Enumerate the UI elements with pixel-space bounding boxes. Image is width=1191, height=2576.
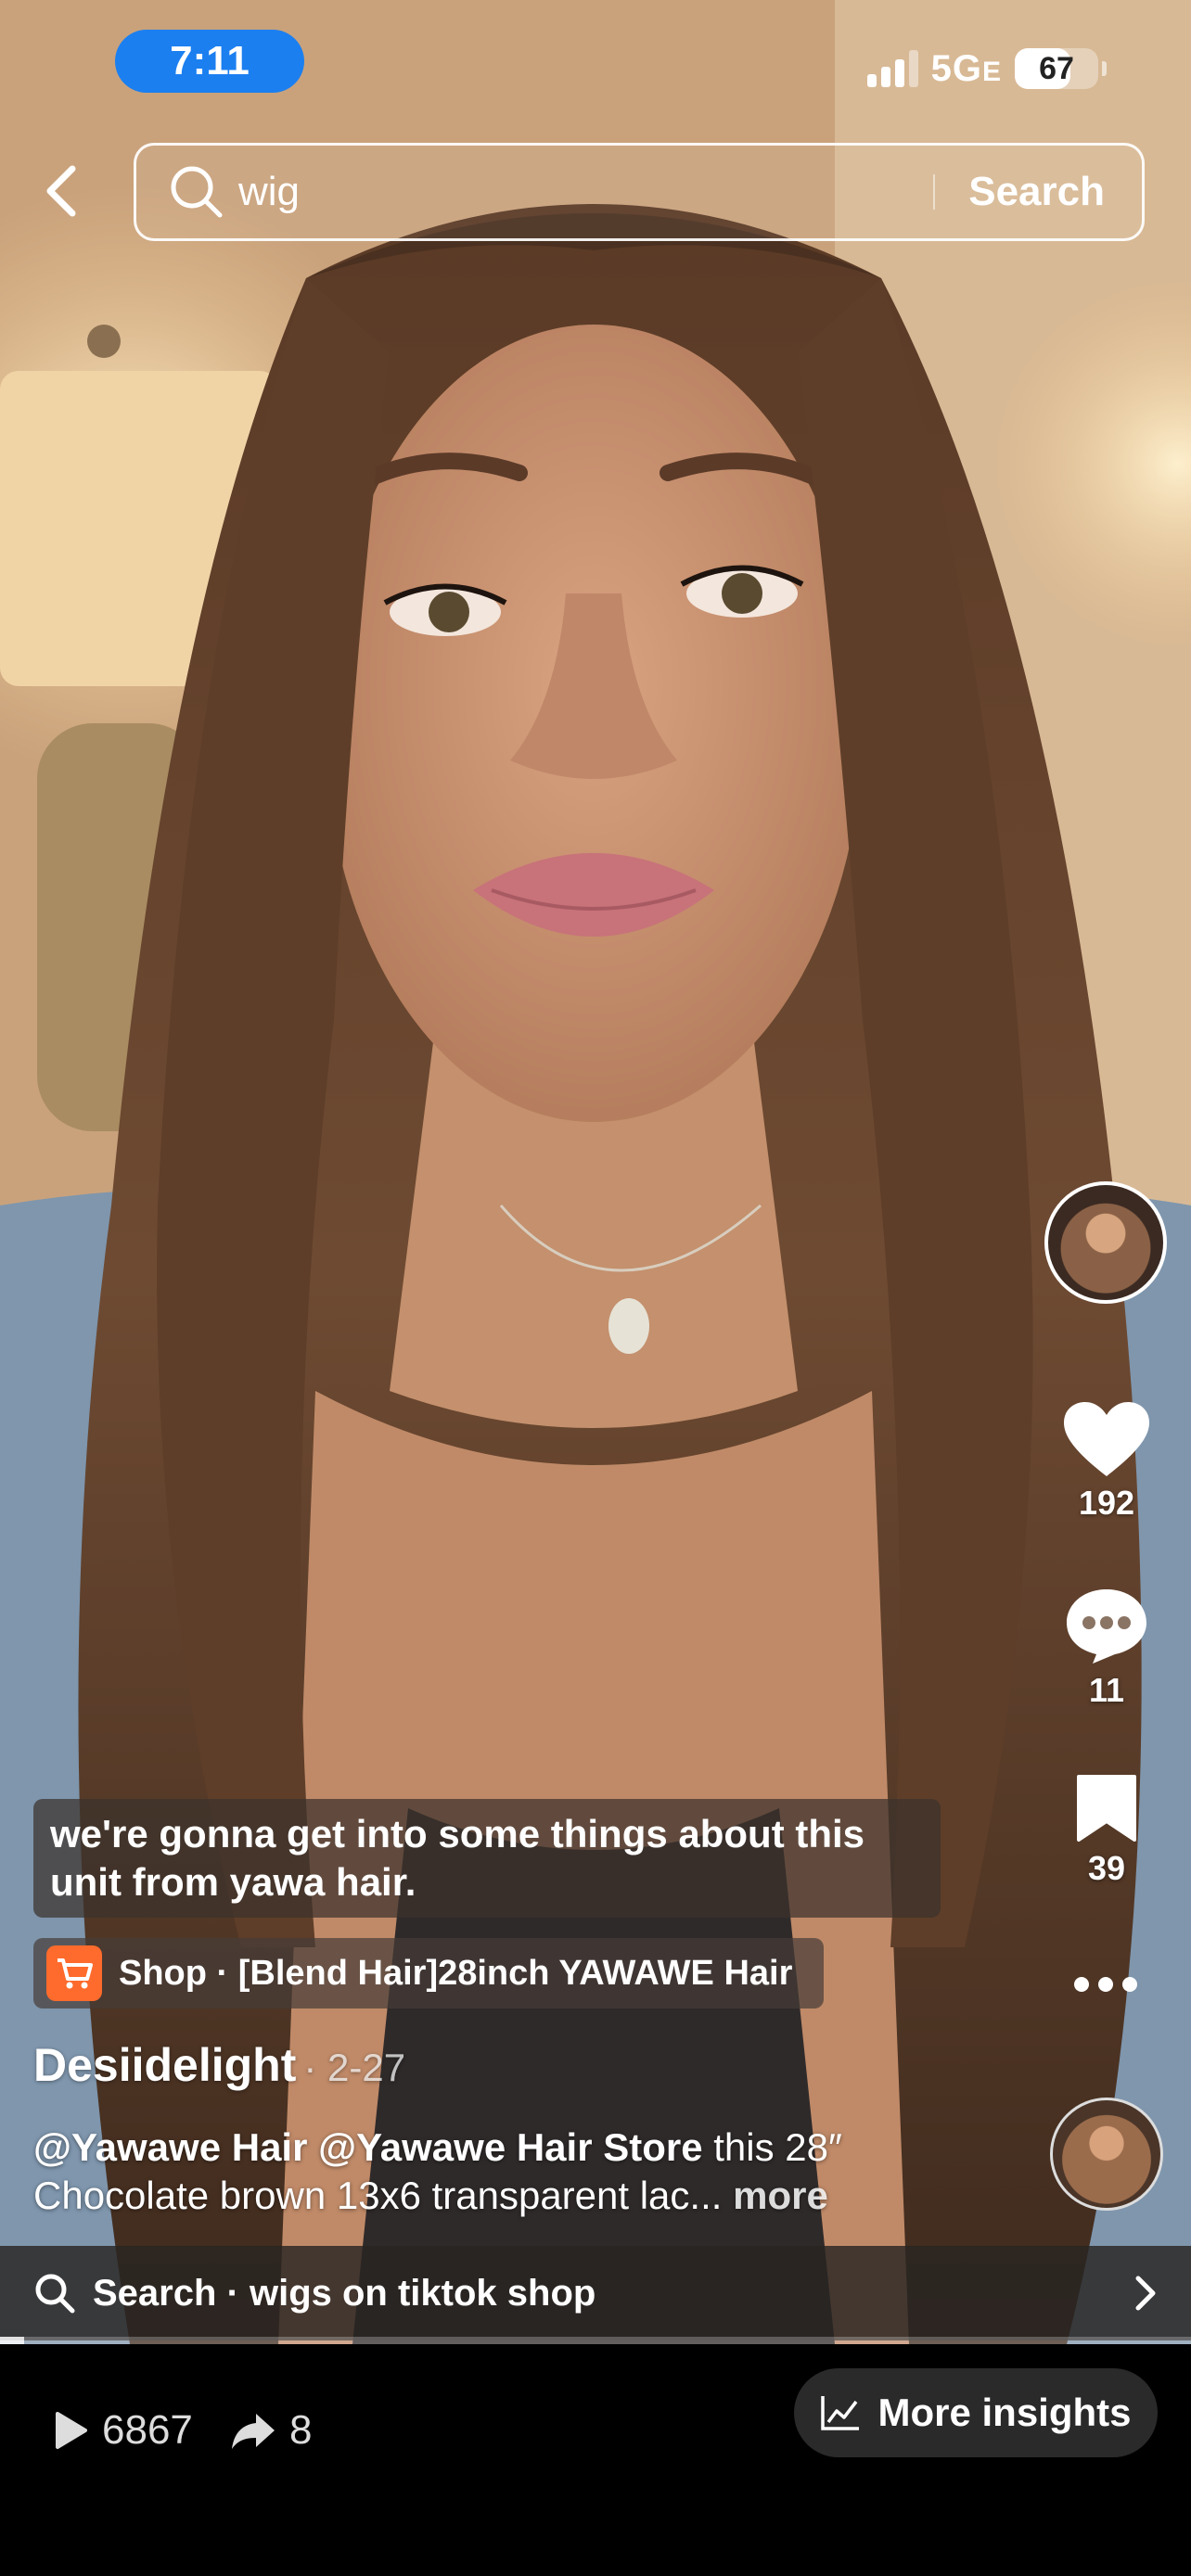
more-link[interactable]: more xyxy=(733,2174,828,2217)
search-suggestion-bar[interactable]: Search · wigs on tiktok shop xyxy=(0,2246,1191,2340)
shop-link[interactable]: Shop · [Blend Hair]28inch YAWAWE Hair xyxy=(33,1938,824,2009)
network-type: 5GE xyxy=(930,47,1002,89)
more-dots-icon[interactable] xyxy=(1074,1977,1137,1992)
play-count-value: 6867 xyxy=(102,2407,193,2453)
post-date: · 2-27 xyxy=(303,2046,406,2089)
chevron-right-icon xyxy=(1135,2276,1156,2311)
playback-progress-fill xyxy=(0,2337,24,2344)
post-description[interactable]: @Yawawe Hair @Yawawe Hair Store this 28″… xyxy=(33,2123,961,2220)
playback-progress-bar[interactable] xyxy=(0,2337,1191,2344)
mention-link[interactable]: @Yawawe Hair xyxy=(33,2125,307,2169)
comment-count: 11 xyxy=(1088,1671,1125,1709)
bookmark-button[interactable]: 39 xyxy=(1051,1773,1162,1888)
status-time: 7:11 xyxy=(115,30,304,93)
share-count: 8 xyxy=(230,2407,312,2454)
music-disc-avatar[interactable] xyxy=(1050,2098,1163,2211)
like-button[interactable]: 192 xyxy=(1051,1402,1162,1523)
play-count: 6867 xyxy=(52,2407,193,2454)
chart-icon xyxy=(821,2396,860,2430)
more-insights-button[interactable]: More insights xyxy=(794,2368,1158,2457)
shop-label: Shop · [Blend Hair]28inch YAWAWE Hair xyxy=(119,1953,793,1993)
bookmark-count: 39 xyxy=(1087,1849,1126,1887)
comment-button[interactable]: 11 xyxy=(1051,1586,1162,1710)
search-icon xyxy=(35,2274,75,2314)
search-suggestion-label: Search · wigs on tiktok shop xyxy=(93,2272,596,2314)
search-icon xyxy=(171,166,223,218)
comment-icon xyxy=(1067,1589,1146,1664)
video-caption: we're gonna get into some things about t… xyxy=(33,1799,941,1918)
mention-link[interactable]: @Yawawe Hair Store xyxy=(318,2125,702,2169)
more-insights-label: More insights xyxy=(877,2391,1132,2434)
battery-level: 67 xyxy=(1039,50,1074,86)
back-chevron-icon xyxy=(46,165,76,217)
author-name[interactable]: Desiidelight xyxy=(33,2038,296,2092)
bookmark-icon xyxy=(1077,1775,1136,1842)
battery-icon: 67 xyxy=(1015,48,1107,89)
back-button[interactable] xyxy=(35,158,87,224)
author-row: Desiidelight · 2-27 xyxy=(33,2038,405,2092)
play-icon xyxy=(56,2412,87,2449)
cellular-signal-icon xyxy=(866,50,918,87)
status-icons: 5GE 67 xyxy=(866,45,1107,93)
post-stats-bar: 6867 8 More insights xyxy=(0,2344,1191,2576)
share-icon xyxy=(232,2414,275,2449)
like-count: 192 xyxy=(1078,1484,1135,1522)
creator-avatar[interactable] xyxy=(1044,1181,1167,1304)
search-input[interactable] xyxy=(238,169,934,215)
search-button[interactable]: Search xyxy=(935,169,1142,215)
heart-icon xyxy=(1064,1402,1149,1476)
shopping-cart-icon xyxy=(46,1945,102,2001)
share-count-value: 8 xyxy=(289,2407,313,2453)
search-box[interactable]: Search xyxy=(134,143,1145,241)
